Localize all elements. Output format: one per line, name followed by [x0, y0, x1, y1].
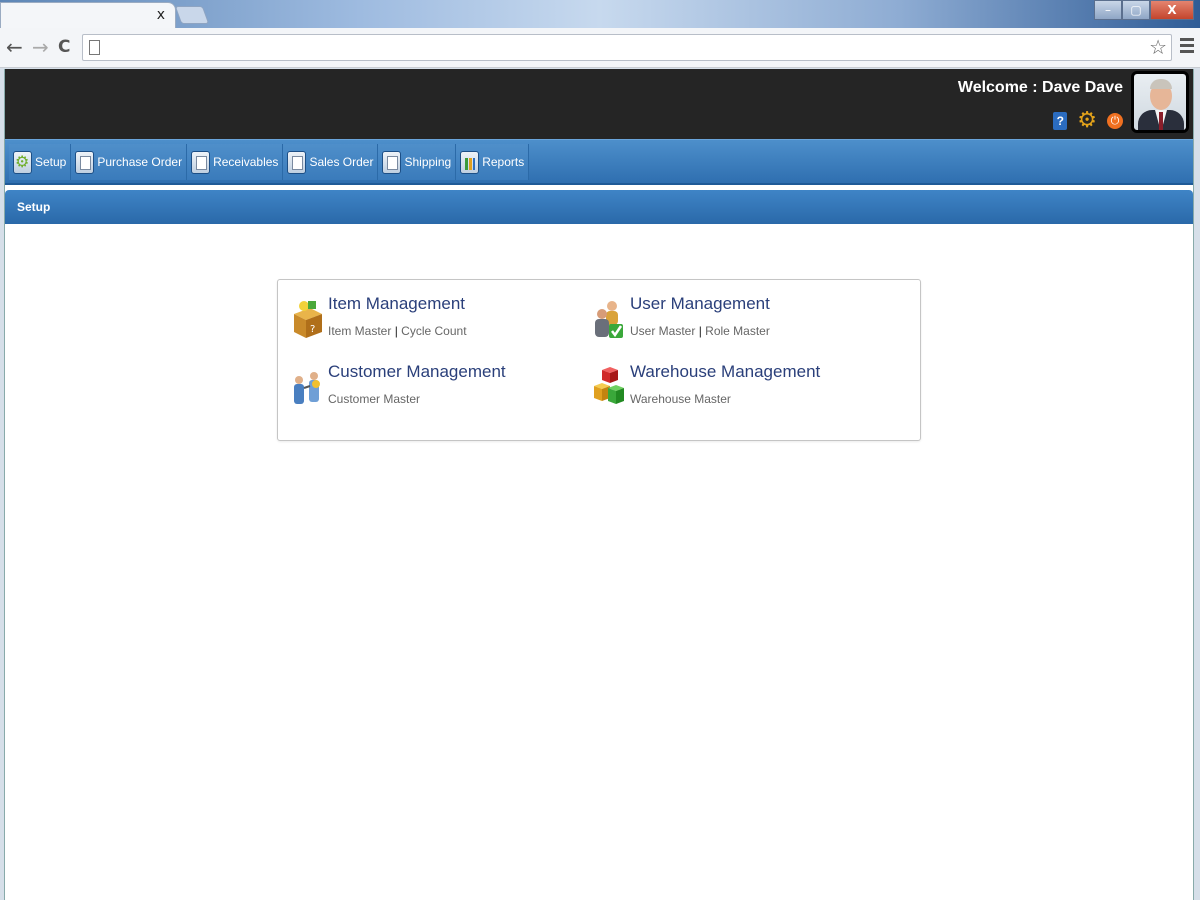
tab-close-icon[interactable]: x	[157, 7, 165, 23]
item-box-icon: ?	[294, 301, 322, 338]
user-management-sublinks: User Master | Role Master	[630, 324, 770, 338]
user-management-link[interactable]: User Management	[630, 294, 770, 314]
browser-toolbar: ← → C ☆	[0, 28, 1200, 68]
logout-power-icon[interactable]: ⏻	[1107, 113, 1123, 129]
menu-item-reports[interactable]: Reports	[456, 144, 530, 180]
users-icon	[595, 301, 623, 338]
menu-item-label: Reports	[482, 155, 525, 169]
forward-arrow-icon[interactable]: →	[32, 36, 49, 58]
item-management-module: ? Item Management Item Master | Cycle Co…	[290, 294, 580, 344]
menu-item-sales-order[interactable]: Sales Order	[283, 144, 379, 180]
link-separator: |	[394, 324, 398, 338]
browser-menu-icon[interactable]	[1180, 38, 1194, 56]
user-master-link[interactable]: User Master	[630, 324, 695, 338]
customer-management-sublinks: Customer Master	[328, 392, 420, 406]
warehouse-management-link[interactable]: Warehouse Management	[630, 362, 820, 382]
user-management-module: User Management User Master | Role Maste…	[592, 294, 882, 344]
window-controls: – ▢ X	[1094, 0, 1194, 20]
warehouse-cubes-icon	[594, 367, 624, 404]
header-icons: ? ⚙ ⏻	[1053, 110, 1123, 132]
menu-item-label: Sales Order	[309, 155, 374, 169]
menu-item-purchase-order[interactable]: Purchase Order	[71, 144, 188, 180]
settings-gear-icon[interactable]: ⚙	[1077, 110, 1097, 132]
link-separator: |	[698, 324, 702, 338]
menu-item-label: Receivables	[213, 155, 279, 169]
item-management-sublinks: Item Master | Cycle Count	[328, 324, 467, 338]
address-bar[interactable]: ☆	[82, 34, 1172, 61]
customer-management-module: Customer Management Customer Master	[290, 362, 580, 412]
main-menu: Setup Purchase Order Receivables Sales O…	[5, 139, 1193, 185]
menu-item-setup[interactable]: Setup	[9, 144, 72, 180]
warehouse-management-module: Warehouse Management Warehouse Master	[592, 362, 882, 412]
avatar	[1131, 71, 1189, 133]
back-arrow-icon[interactable]: ←	[6, 36, 23, 58]
item-master-link[interactable]: Item Master	[328, 324, 391, 338]
menu-item-shipping[interactable]: Shipping	[378, 144, 457, 180]
menu-item-label: Shipping	[404, 155, 452, 169]
customer-management-link[interactable]: Customer Management	[328, 362, 506, 382]
menu-item-label: Setup	[35, 155, 67, 169]
app-header: Welcome : Dave Dave ? ⚙ ⏻	[5, 69, 1193, 139]
chart-icon	[460, 150, 480, 174]
help-icon[interactable]: ?	[1053, 112, 1068, 130]
document-icon	[287, 150, 307, 174]
warehouse-management-sublinks: Warehouse Master	[630, 392, 731, 406]
app-window: Welcome : Dave Dave ? ⚙ ⏻ Setup Purchase…	[4, 69, 1194, 900]
menu-item-receivables[interactable]: Receivables	[187, 144, 284, 180]
welcome-text: Welcome : Dave Dave	[957, 79, 1123, 96]
svg-text:?: ?	[310, 324, 315, 335]
document-icon	[382, 150, 402, 174]
minimize-button[interactable]: –	[1094, 0, 1122, 20]
new-tab-button[interactable]	[174, 6, 210, 24]
customer-master-link[interactable]: Customer Master	[328, 392, 420, 406]
page-icon	[89, 40, 100, 55]
reload-icon[interactable]: C	[58, 36, 70, 58]
bookmark-star-icon[interactable]: ☆	[1149, 35, 1167, 60]
document-icon	[191, 150, 211, 174]
restore-button[interactable]: ▢	[1122, 0, 1150, 20]
cycle-count-link[interactable]: Cycle Count	[401, 324, 466, 338]
browser-tab-active[interactable]: x	[0, 2, 176, 28]
browser-titlebar: x – ▢ X	[0, 0, 1200, 28]
cog-icon	[13, 150, 32, 174]
document-icon	[75, 150, 95, 174]
menu-item-label: Purchase Order	[97, 155, 183, 169]
role-master-link[interactable]: Role Master	[705, 324, 770, 338]
warehouse-master-link[interactable]: Warehouse Master	[630, 392, 731, 406]
setup-modules-panel: ? Item Management Item Master | Cycle Co…	[277, 279, 921, 441]
customer-icon	[294, 372, 320, 404]
close-window-button[interactable]: X	[1150, 0, 1194, 20]
item-management-link[interactable]: Item Management	[328, 294, 465, 314]
section-title-bar: Setup	[5, 190, 1193, 224]
